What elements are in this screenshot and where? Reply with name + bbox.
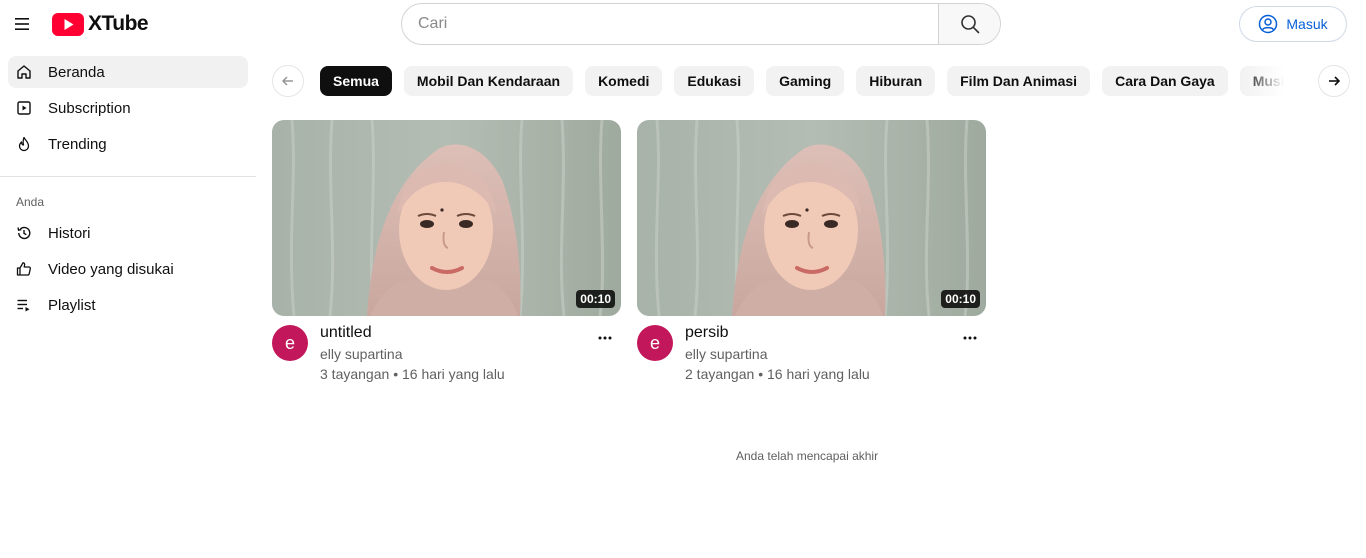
chip-howto-style[interactable]: Cara Dan Gaya <box>1102 66 1228 96</box>
sidebar-item-home[interactable]: Beranda <box>8 56 248 88</box>
top-bar: XTube Masuk <box>0 0 1366 48</box>
sidebar-item-history[interactable]: Histori <box>8 217 248 249</box>
video-title[interactable]: untitled <box>320 324 372 342</box>
end-of-feed-message: Anda telah mencapai akhir <box>736 449 879 463</box>
search-icon <box>960 15 979 34</box>
sidebar-divider <box>0 176 256 177</box>
chip-gaming[interactable]: Gaming <box>766 66 845 96</box>
video-card: 00:10 e untitled elly supartina 3 tayang… <box>272 120 621 394</box>
account-circle-icon <box>1259 14 1278 34</box>
video-title[interactable]: persib <box>685 324 729 342</box>
menu-button[interactable] <box>8 8 36 40</box>
channel-name[interactable]: elly supartina <box>685 346 768 362</box>
sign-in-button[interactable]: Masuk <box>1239 6 1347 42</box>
sidebar-section-title: Anda <box>16 195 45 209</box>
view-count: 3 tayangan <box>320 366 390 382</box>
chips-scroll-right-button[interactable] <box>1318 65 1350 97</box>
sidebar-item-label: Histori <box>48 224 91 242</box>
chip-list: Semua Mobil Dan Kendaraan Komedi Edukasi… <box>320 66 1296 96</box>
channel-name[interactable]: elly supartina <box>320 346 403 362</box>
dot-separator: • <box>393 366 402 382</box>
chips-scroll-left-button[interactable] <box>272 65 304 97</box>
playlist-icon <box>16 297 32 313</box>
chip-music[interactable]: Musik <box>1239 66 1296 96</box>
play-logo-icon <box>52 12 84 36</box>
category-chip-bar: Semua Mobil Dan Kendaraan Komedi Edukasi… <box>272 65 1350 97</box>
view-count: 2 tayangan <box>685 366 755 382</box>
chip-all[interactable]: Semua <box>320 66 392 96</box>
hamburger-icon <box>15 18 29 30</box>
video-meta: e persib elly supartina 2 tayangan • 16 … <box>637 324 986 394</box>
thumbnail-image <box>637 120 986 316</box>
video-stats: 2 tayangan • 16 hari yang lalu <box>685 366 870 382</box>
upload-age: 16 hari yang lalu <box>766 366 870 382</box>
history-icon <box>16 225 32 241</box>
sidebar-item-liked-videos[interactable]: Video yang disukai <box>8 253 248 285</box>
arrow-left-icon <box>282 76 293 86</box>
chip-entertainment[interactable]: Hiburan <box>856 66 936 96</box>
sidebar-item-label: Subscription <box>48 99 131 117</box>
search-button[interactable] <box>938 4 1000 44</box>
duration-badge: 00:10 <box>576 290 615 308</box>
video-meta: e untitled elly supartina 3 tayangan • 1… <box>272 324 621 394</box>
channel-avatar[interactable]: e <box>637 325 673 361</box>
sidebar-item-label: Trending <box>48 135 107 153</box>
more-options-button[interactable] <box>593 326 617 350</box>
arrow-right-icon <box>1329 76 1341 86</box>
home-icon <box>16 64 32 80</box>
flame-icon <box>16 136 32 152</box>
sidebar: Beranda Subscription Trending Anda Histo… <box>0 56 256 325</box>
duration-badge: 00:10 <box>941 290 980 308</box>
sidebar-item-label: Beranda <box>48 63 105 81</box>
sidebar-item-trending[interactable]: Trending <box>8 128 248 160</box>
video-stats: 3 tayangan • 16 hari yang lalu <box>320 366 505 382</box>
sidebar-item-subscription[interactable]: Subscription <box>8 92 248 124</box>
video-card: 00:10 e persib elly supartina 2 tayangan… <box>637 120 986 394</box>
chip-education[interactable]: Edukasi <box>674 66 755 96</box>
more-horizontal-icon <box>598 336 612 340</box>
sign-in-label: Masuk <box>1286 16 1328 32</box>
subscription-icon <box>16 100 32 116</box>
chip-cars-vehicles[interactable]: Mobil Dan Kendaraan <box>403 66 574 96</box>
sidebar-item-label: Playlist <box>48 296 96 314</box>
search-input[interactable] <box>402 4 938 44</box>
more-options-button[interactable] <box>958 326 982 350</box>
thumbs-up-icon <box>16 261 32 277</box>
chip-film-animation[interactable]: Film Dan Animasi <box>947 66 1091 96</box>
channel-avatar[interactable]: e <box>272 325 308 361</box>
video-thumbnail[interactable]: 00:10 <box>272 120 621 316</box>
brand-name: XTube <box>88 12 149 35</box>
sidebar-item-playlist[interactable]: Playlist <box>8 289 248 321</box>
upload-age: 16 hari yang lalu <box>401 366 505 382</box>
video-thumbnail[interactable]: 00:10 <box>637 120 986 316</box>
brand-logo[interactable]: XTube <box>52 12 149 36</box>
chip-comedy[interactable]: Komedi <box>585 66 663 96</box>
thumbnail-image <box>272 120 621 316</box>
search-box <box>401 3 1001 45</box>
more-horizontal-icon <box>963 336 977 340</box>
dot-separator: • <box>758 366 767 382</box>
sidebar-item-label: Video yang disukai <box>48 260 174 278</box>
